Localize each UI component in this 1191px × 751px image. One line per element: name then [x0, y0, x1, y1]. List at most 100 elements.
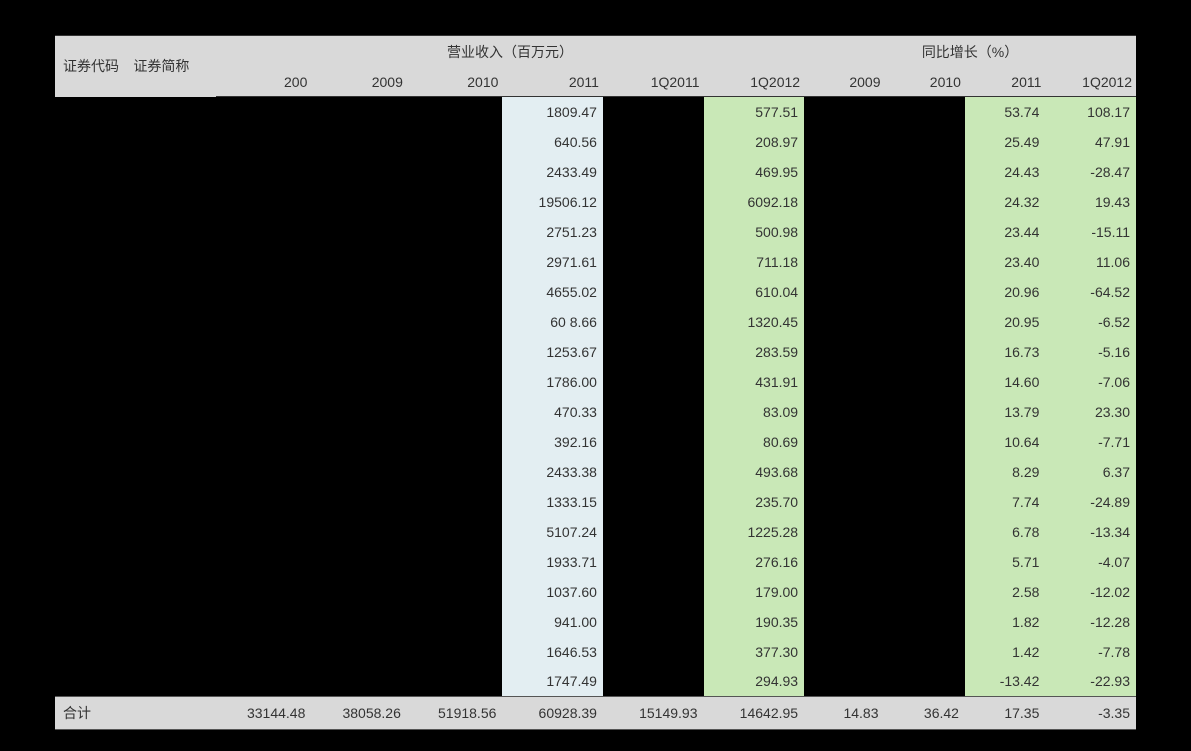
cell-code: [55, 247, 125, 277]
table-row: 2971.61711.1823.4011.06: [55, 247, 1136, 277]
cell-rev-200: [216, 277, 312, 307]
cell-rev-1q2012: 294.93: [704, 667, 805, 697]
cell-rev-1q2012: 577.51: [704, 97, 805, 127]
cell-yoy-2009: [804, 607, 884, 637]
cell-rev-2010: [407, 127, 503, 157]
cell-name: [125, 337, 215, 367]
cell-rev-1q2011: [603, 157, 704, 187]
cell-rev-1q2011: [603, 547, 704, 577]
cell-yoy-2009: [804, 307, 884, 337]
cell-rev-2011: 60 8.66: [502, 307, 603, 337]
table-row: 2433.49469.9524.43-28.47: [55, 157, 1136, 187]
cell-rev-1q2012: 1320.45: [704, 307, 805, 337]
cell-yoy-2010: [885, 367, 965, 397]
cell-yoy-2011: 7.74: [965, 487, 1045, 517]
cell-name: [125, 187, 215, 217]
cell-rev-2010: [407, 547, 503, 577]
cell-rev-2009: [311, 667, 407, 697]
cell-rev-2009: 38058.26: [311, 697, 407, 730]
col-group-yoy: 同比增长（%）: [804, 36, 1136, 69]
cell-name: [125, 637, 215, 667]
cell-rev-1q2012: 235.70: [704, 487, 805, 517]
cell-code: [55, 307, 125, 337]
cell-rev-1q2011: [603, 607, 704, 637]
cell-rev-2009: [311, 427, 407, 457]
cell-yoy-2011: 5.71: [965, 547, 1045, 577]
cell-yoy-1q2012: -13.34: [1045, 517, 1136, 547]
cell-rev-1q2011: [603, 397, 704, 427]
cell-code: [55, 97, 125, 127]
cell-rev-2011: 1037.60: [502, 577, 603, 607]
cell-yoy-1q2012: -7.78: [1045, 637, 1136, 667]
cell-yoy-2009: [804, 217, 884, 247]
cell-rev-2009: [311, 637, 407, 667]
cell-yoy-2009: [804, 397, 884, 427]
cell-rev-2011: 1933.71: [502, 547, 603, 577]
cell-yoy-1q2012: 47.91: [1045, 127, 1136, 157]
cell-rev-1q2012: 377.30: [704, 637, 805, 667]
table-row: 19506.126092.1824.3219.43: [55, 187, 1136, 217]
cell-name: [125, 457, 215, 487]
cell-yoy-2010: [885, 427, 965, 457]
cell-yoy-2011: 14.60: [965, 367, 1045, 397]
cell-rev-2011: 1646.53: [502, 637, 603, 667]
cell-yoy-2010: [885, 217, 965, 247]
table-row: 470.3383.0913.7923.30: [55, 397, 1136, 427]
cell-yoy-2010: [885, 307, 965, 337]
cell-yoy-2009: [804, 127, 884, 157]
cell-rev-2010: [407, 367, 503, 397]
table-body: 1809.47577.5153.74108.17640.56208.9725.4…: [55, 97, 1136, 730]
cell-rev-2010: [407, 307, 503, 337]
cell-rev-2009: [311, 277, 407, 307]
table-row: 1809.47577.5153.74108.17: [55, 97, 1136, 127]
cell-yoy-1q2012: -7.71: [1045, 427, 1136, 457]
cell-name: [125, 667, 215, 697]
cell-yoy-2009: [804, 337, 884, 367]
cell-yoy-2010: [885, 517, 965, 547]
cell-rev-2009: [311, 247, 407, 277]
cell-rev-2010: [407, 337, 503, 367]
cell-yoy-1q2012: 11.06: [1045, 247, 1136, 277]
cell-code: [55, 397, 125, 427]
col-yoy-1q2012: 1Q2012: [1045, 68, 1136, 97]
col-rev-1q2011: 1Q2011: [603, 68, 704, 97]
cell-yoy-2010: [885, 97, 965, 127]
cell-name: [125, 217, 215, 247]
cell-rev-200: [216, 487, 312, 517]
cell-yoy-2010: [885, 337, 965, 367]
cell-yoy-2011: 6.78: [965, 517, 1045, 547]
cell-name: [125, 427, 215, 457]
cell-rev-2009: [311, 217, 407, 247]
cell-yoy-2010: [885, 127, 965, 157]
cell-yoy-1q2012: -15.11: [1045, 217, 1136, 247]
cell-rev-2009: [311, 307, 407, 337]
cell-rev-200: [216, 337, 312, 367]
cell-rev-200: [216, 97, 312, 127]
cell-rev-2009: [311, 457, 407, 487]
cell-yoy-2011: 20.96: [965, 277, 1045, 307]
cell-yoy-2009: [804, 667, 884, 697]
cell-code: [55, 187, 125, 217]
cell-yoy-2011: 1.42: [965, 637, 1045, 667]
cell-rev-2009: [311, 337, 407, 367]
cell-yoy-2010: [885, 577, 965, 607]
cell-rev-2009: [311, 577, 407, 607]
cell-rev-1q2011: [603, 337, 704, 367]
cell-rev-2010: [407, 217, 503, 247]
cell-yoy-1q2012: 108.17: [1045, 97, 1136, 127]
cell-rev-1q2012: 469.95: [704, 157, 805, 187]
cell-yoy-2011: 8.29: [965, 457, 1045, 487]
cell-code: [55, 577, 125, 607]
cell-yoy-2009: [804, 247, 884, 277]
cell-name: [125, 307, 215, 337]
cell-yoy-2011: 25.49: [965, 127, 1045, 157]
cell-yoy-2010: [885, 157, 965, 187]
cell-name: [125, 397, 215, 427]
cell-yoy-1q2012: -64.52: [1045, 277, 1136, 307]
cell-name: [125, 157, 215, 187]
cell-code: [55, 157, 125, 187]
cell-name: [125, 517, 215, 547]
col-code: 证券代码: [55, 36, 125, 97]
cell-yoy-2010: [885, 607, 965, 637]
cell-yoy-2009: 14.83: [804, 697, 884, 730]
